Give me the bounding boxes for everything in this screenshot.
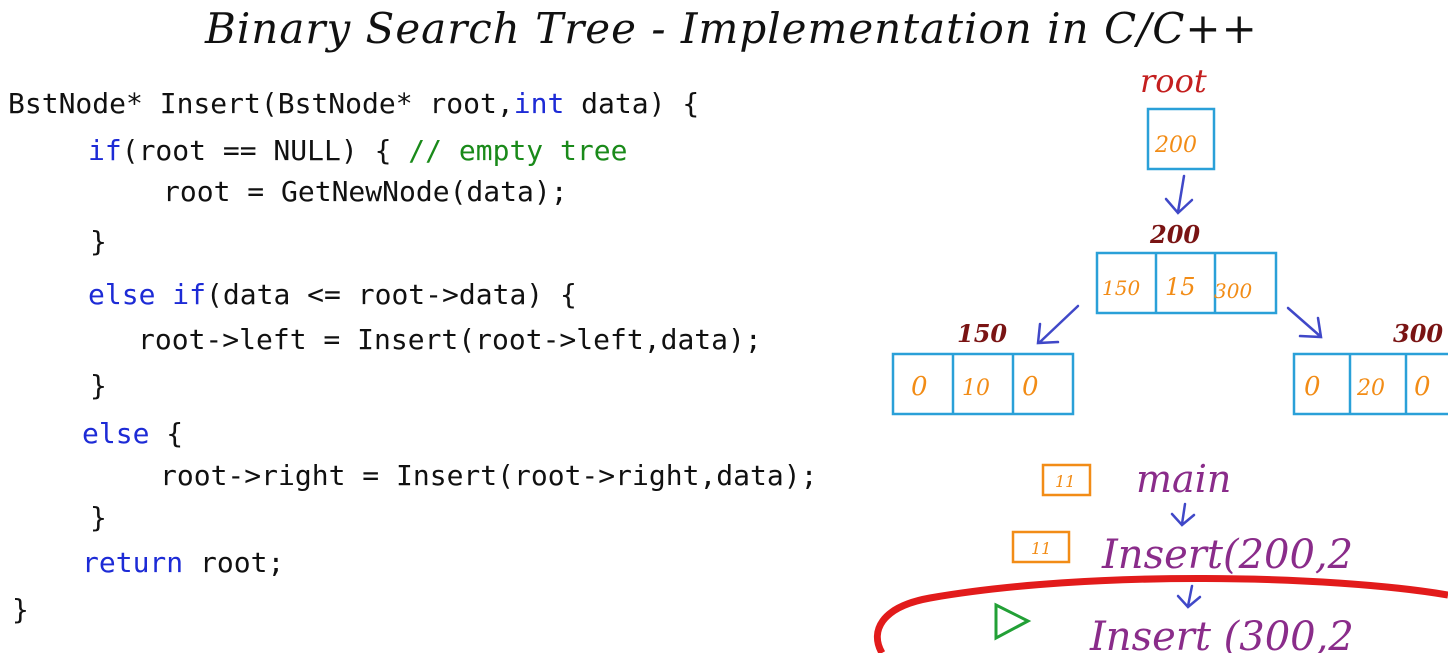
insert1-frame-badge-value: 11 bbox=[1031, 539, 1051, 558]
root-pointer-value: 200 bbox=[1154, 133, 1197, 158]
arrow-down-icon bbox=[1170, 502, 1196, 527]
main-frame-badge-value: 11 bbox=[1055, 472, 1075, 491]
node-150-address: 150 bbox=[957, 319, 1007, 348]
insert2-frame-label: Insert (300,2 bbox=[1089, 614, 1354, 653]
node-200-data: 15 bbox=[1165, 273, 1196, 301]
arrow-right-child-icon bbox=[1286, 306, 1323, 339]
arrow-down-icon bbox=[1164, 174, 1194, 215]
node-200-left-pointer: 150 bbox=[1102, 276, 1140, 300]
root-label: root bbox=[1140, 62, 1207, 100]
node-300-address: 300 bbox=[1393, 319, 1443, 348]
node-200-address: 200 bbox=[1149, 220, 1200, 249]
node-150-right-pointer: 0 bbox=[1022, 372, 1039, 402]
node-300-data: 20 bbox=[1356, 376, 1385, 401]
main-frame-label: main bbox=[1136, 457, 1231, 501]
node-150-data: 10 bbox=[962, 376, 990, 401]
bst-diagram: root 200 200 150 15 300 150 0 10 0 300 0… bbox=[873, 62, 1448, 653]
node-300-right-pointer: 0 bbox=[1414, 372, 1431, 402]
arrow-left-child-icon bbox=[1036, 304, 1080, 345]
slide: Binary Search Tree - Implementation in C… bbox=[0, 0, 1448, 653]
node-150-left-pointer: 0 bbox=[911, 372, 928, 402]
arrow-down-icon bbox=[1176, 584, 1202, 609]
play-marker-icon bbox=[994, 602, 1032, 641]
node-200-right-pointer: 300 bbox=[1214, 279, 1252, 303]
insert1-frame-label: Insert(200,2 bbox=[1101, 532, 1353, 578]
node-300-left-pointer: 0 bbox=[1304, 372, 1321, 402]
